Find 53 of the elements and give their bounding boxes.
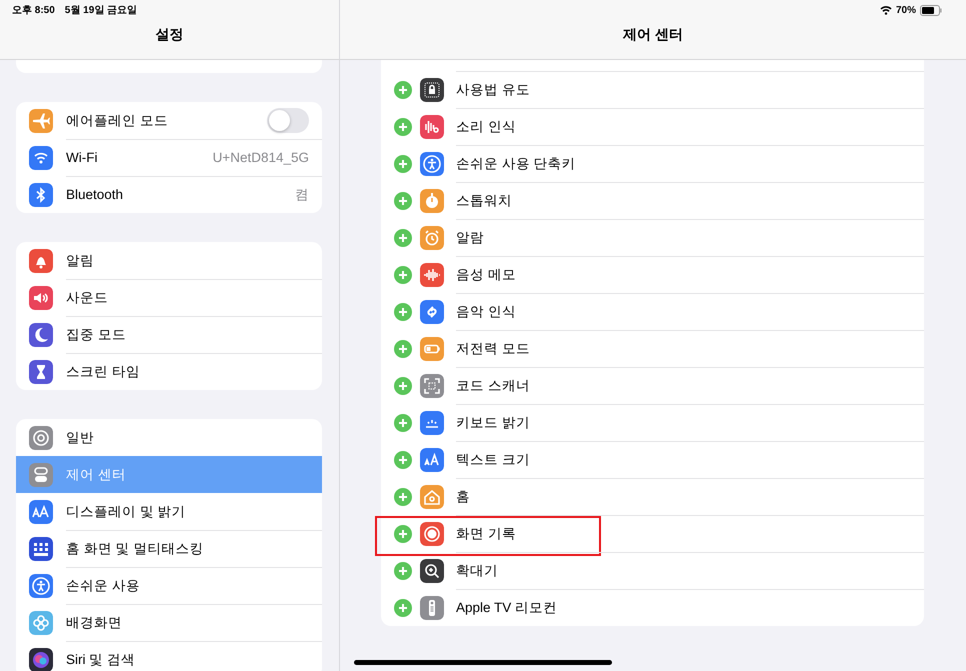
nav-title: 설정 (154, 26, 184, 44)
settings-item[interactable]: 일반 (16, 419, 322, 456)
add-button[interactable] (394, 598, 412, 616)
settings-item[interactable]: 집중 모드 (16, 316, 322, 353)
control-label: 스톱워치 (456, 192, 512, 210)
add-button[interactable] (394, 488, 412, 506)
battery-icon (920, 4, 942, 16)
settings-item[interactable]: Bluetooth 켬 (16, 176, 322, 213)
settings-item[interactable]: 에어플레인 모드 (16, 102, 322, 139)
settings-item[interactable]: 사운드 (16, 279, 322, 316)
add-button[interactable] (394, 302, 412, 320)
add-button[interactable] (394, 266, 412, 284)
add-button[interactable] (394, 118, 412, 136)
status-time: 오후 8:50 (12, 4, 55, 17)
control-label: 키보드 밝기 (456, 414, 530, 432)
add-button[interactable] (394, 450, 412, 468)
add-button[interactable] (394, 562, 412, 580)
settings-item[interactable]: 디스플레이 및 밝기 (16, 493, 322, 530)
control-label: 텍스트 크기 (456, 450, 530, 468)
control-label: 음악 인식 (456, 302, 516, 320)
control-label: 코드 스캐너 (456, 376, 530, 394)
add-button[interactable] (394, 80, 412, 98)
control-label: Apple TV 리모컨 (456, 598, 558, 616)
control-label: 알람 (456, 228, 484, 246)
wifi-icon (880, 5, 892, 15)
settings-item[interactable]: 홈 화면 및 멀티태스킹 (16, 530, 322, 567)
status-date: 5월 19일 금요일 (64, 4, 138, 17)
add-button[interactable] (394, 228, 412, 246)
add-button[interactable] (394, 524, 412, 542)
control-label: 화면 기록 (456, 524, 516, 542)
add-button[interactable] (394, 376, 412, 394)
settings-item[interactable]: 배경화면 (16, 604, 322, 641)
item-value: 켬 (295, 186, 309, 204)
nav-title: 제어 센터 (622, 26, 684, 44)
add-button[interactable] (394, 340, 412, 358)
settings-item[interactable]: 알림 (16, 242, 322, 279)
item-value: U+NetD814_5G (212, 150, 309, 165)
settings-item[interactable]: Wi-Fi U+NetD814_5G (16, 139, 322, 176)
control-label: 소리 인식 (456, 118, 516, 136)
add-button[interactable] (394, 192, 412, 210)
control-label: 사용법 유도 (456, 80, 530, 98)
control-label: 확대기 (456, 562, 498, 580)
add-button[interactable] (394, 154, 412, 172)
control-label: 음성 메모 (456, 266, 516, 284)
battery-percent: 70% (896, 4, 916, 16)
settings-item[interactable]: 손쉬운 사용 (16, 567, 322, 604)
control-label: 홈 (456, 488, 470, 506)
settings-item[interactable]: Siri 및 검색 (16, 641, 322, 671)
settings-item[interactable]: 스크린 타임 (16, 353, 322, 390)
add-button[interactable] (394, 414, 412, 432)
control-label: 손쉬운 사용 단축키 (456, 154, 576, 172)
control-label: 저전력 모드 (456, 340, 530, 358)
toggle-switch[interactable] (267, 108, 309, 133)
